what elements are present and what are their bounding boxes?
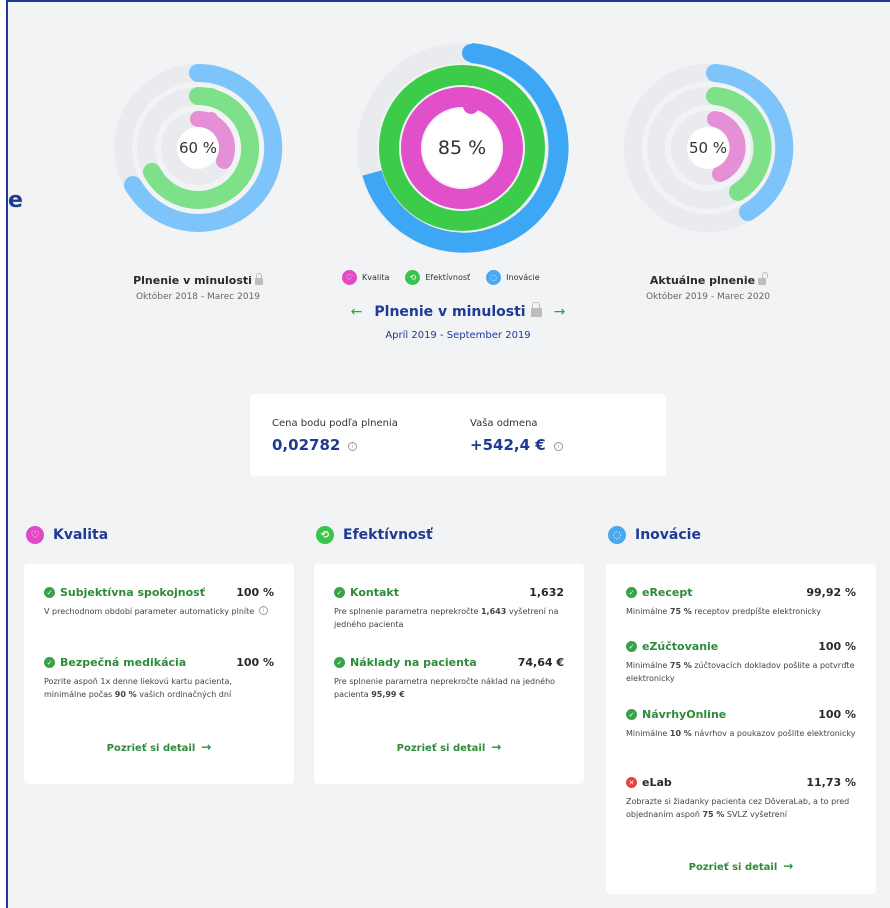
check-icon: ✓: [44, 587, 55, 598]
metric-ezuctovanie: ✓ eZúčtovanie 100 % Minimálne 75 % zúčtova…: [626, 640, 856, 683]
next-period-arrow-icon[interactable]: →: [554, 304, 566, 320]
info-icon[interactable]: i: [553, 442, 563, 451]
metric-elab: ✕ eLab 11,73 % Zobrazte si žiadanky pacien…: [626, 776, 856, 819]
heart-icon: [204, 112, 218, 126]
period-navigation: ← Plnenie v minulosti →: [348, 302, 568, 320]
info-icon[interactable]: i: [348, 442, 358, 451]
metric-cost-per-patient: ✓ Náklady na pacienta 74,64 € Pre splnenie…: [334, 656, 564, 699]
metric-safe-medication: ✓ Bezpečná medikácia 100 % Pozrite aspoň 1…: [44, 656, 274, 699]
lock-icon: [530, 302, 542, 317]
section-title-inovacie: ◌ Inovácie: [608, 526, 701, 544]
heart-icon: [713, 112, 727, 126]
refresh-icon: [462, 68, 480, 86]
card-kvalita: ✓ Subjektívna spokojnosť 100 % V prechodno…: [24, 564, 294, 784]
metric-navrhyonline: ✓ NávrhyOnline 100 % Minimálne 10 % návrho…: [626, 708, 856, 738]
ring-left-title: Plnenie v minulosti: [108, 273, 288, 287]
check-icon: ✓: [334, 657, 345, 668]
heart-icon: [463, 98, 479, 114]
ring-right-period: Október 2019 - Marec 2020: [645, 292, 771, 302]
rings-graphic: 60 % 85 % 50 %: [114, 43, 794, 253]
check-icon: ✓: [44, 657, 55, 668]
legend-efficiency: ⟲ Efektívnosť: [405, 270, 470, 285]
ring-right[interactable]: 50 %: [624, 64, 794, 232]
card-inovacie: ✓ eRecept 99,92 % Minimálne 75 % receptov …: [606, 564, 876, 894]
bulb-icon: [203, 65, 219, 81]
ring-left[interactable]: 60 %: [114, 63, 283, 232]
point-price-label: Cena bodu podľa plnenia: [272, 418, 398, 429]
dashboard-frame: e 60 % 85 % 50 % Plnenie v minulosti Okt…: [6, 0, 890, 908]
period-title: Plnenie v minulosti: [374, 302, 542, 320]
point-price-value: 0,02782 i: [272, 436, 358, 454]
arrow-right-icon: →: [783, 859, 794, 873]
bulb-icon: ◌: [608, 526, 626, 544]
heart-icon: ♡: [26, 526, 44, 544]
card-efektivnost: ✓ Kontakt 1,632 Pre splnenie parametra nep…: [314, 564, 584, 784]
ring-left-period: Október 2018 - Marec 2019: [135, 292, 261, 302]
ring-legend: ♡ Kvalita ⟲ Efektívnosť ◌ Inovácie: [342, 270, 550, 285]
bulb-icon: ◌: [486, 270, 502, 285]
ring-right-percent: 50 %: [689, 139, 727, 157]
check-icon: ✓: [626, 587, 637, 598]
price-card: Cena bodu podľa plnenia 0,02782 i Vaša od…: [250, 394, 666, 476]
detail-link-inovacie[interactable]: Pozrieť si detail →: [606, 859, 876, 873]
metric-contact: ✓ Kontakt 1,632 Pre splnenie parametra nep…: [334, 586, 564, 629]
reward-value: +542,4 € i: [470, 436, 563, 454]
arrow-right-icon: →: [491, 740, 502, 754]
section-title-efektivnost: ⟲ Efektívnosť: [316, 526, 433, 544]
arrow-right-icon: →: [201, 740, 212, 754]
bulb-icon: [462, 44, 480, 62]
refresh-icon: ⟲: [405, 270, 421, 285]
check-icon: ✓: [334, 587, 345, 598]
info-icon[interactable]: i: [258, 606, 268, 615]
detail-link-efektivnost[interactable]: Pozrieť si detail →: [314, 740, 584, 754]
bulb-icon: [712, 65, 728, 81]
check-icon: ✓: [626, 641, 637, 652]
previous-period-arrow-icon[interactable]: ←: [351, 304, 363, 320]
metric-subjective-satisfaction: ✓ Subjektívna spokojnosť 100 % V prechodno…: [44, 586, 274, 616]
legend-quality: ♡ Kvalita: [342, 270, 389, 285]
ring-center[interactable]: 85 %: [357, 43, 569, 253]
ring-center-percent: 85 %: [438, 137, 486, 159]
refresh-icon: [203, 88, 219, 104]
error-icon: ✕: [626, 777, 637, 788]
heart-icon: ♡: [342, 270, 357, 285]
period-range: Apríl 2019 - September 2019: [385, 330, 531, 341]
metric-erecept: ✓ eRecept 99,92 % Minimálne 75 % receptov …: [626, 586, 856, 616]
section-title-kvalita: ♡ Kvalita: [26, 526, 108, 544]
detail-link-kvalita[interactable]: Pozrieť si detail →: [24, 740, 294, 754]
ring-right-title: Aktuálne plnenie: [618, 272, 798, 287]
legend-innovation: ◌ Inovácie: [486, 270, 540, 285]
check-icon: ✓: [626, 709, 637, 720]
reward-label: Vaša odmena: [470, 418, 538, 429]
unlocked-icon: [758, 272, 769, 285]
refresh-icon: [712, 88, 728, 104]
lock-icon: [254, 273, 263, 285]
ring-left-percent: 60 %: [179, 139, 217, 157]
refresh-icon: ⟲: [316, 526, 334, 544]
